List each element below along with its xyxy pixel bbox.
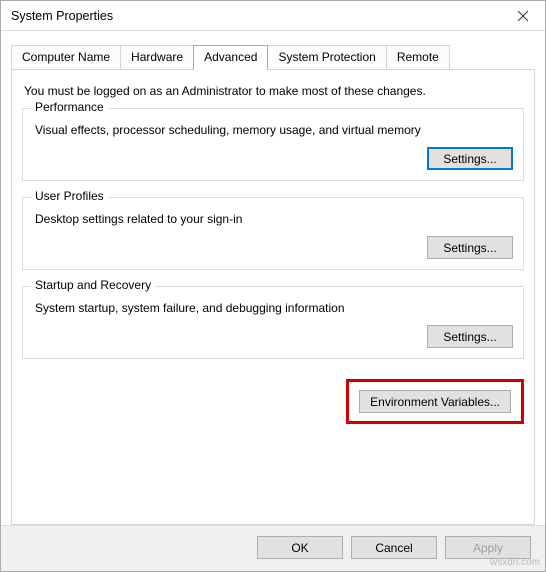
user-profiles-settings-button[interactable]: Settings...: [427, 236, 513, 259]
close-icon: [518, 11, 528, 21]
tab-system-protection[interactable]: System Protection: [267, 45, 386, 69]
tab-hardware[interactable]: Hardware: [120, 45, 194, 69]
performance-desc: Visual effects, processor scheduling, me…: [35, 123, 513, 137]
startup-recovery-settings-button[interactable]: Settings...: [427, 325, 513, 348]
user-profiles-desc: Desktop settings related to your sign-in: [35, 212, 513, 226]
watermark: wsxdn.com: [490, 557, 540, 568]
tab-remote[interactable]: Remote: [386, 45, 450, 69]
dialog-button-row: OK Cancel Apply: [1, 525, 545, 571]
env-vars-highlight: Environment Variables...: [346, 379, 524, 424]
system-properties-window: System Properties Computer Name Hardware…: [0, 0, 546, 572]
tab-computer-name[interactable]: Computer Name: [11, 45, 121, 69]
startup-recovery-title: Startup and Recovery: [31, 278, 155, 292]
user-profiles-title: User Profiles: [31, 189, 108, 203]
cancel-button[interactable]: Cancel: [351, 536, 437, 559]
admin-note: You must be logged on as an Administrato…: [24, 84, 522, 98]
performance-title: Performance: [31, 100, 108, 114]
tab-advanced[interactable]: Advanced: [193, 45, 268, 70]
close-button[interactable]: [500, 1, 545, 30]
tab-strip: Computer Name Hardware Advanced System P…: [11, 45, 535, 69]
window-title: System Properties: [11, 9, 113, 23]
environment-variables-button[interactable]: Environment Variables...: [359, 390, 511, 413]
performance-group: Performance Visual effects, processor sc…: [22, 108, 524, 181]
advanced-panel: You must be logged on as an Administrato…: [11, 69, 535, 525]
user-profiles-group: User Profiles Desktop settings related t…: [22, 197, 524, 270]
performance-settings-button[interactable]: Settings...: [427, 147, 513, 170]
startup-recovery-desc: System startup, system failure, and debu…: [35, 301, 513, 315]
apply-button[interactable]: Apply: [445, 536, 531, 559]
titlebar: System Properties: [1, 1, 545, 31]
ok-button[interactable]: OK: [257, 536, 343, 559]
startup-recovery-group: Startup and Recovery System startup, sys…: [22, 286, 524, 359]
